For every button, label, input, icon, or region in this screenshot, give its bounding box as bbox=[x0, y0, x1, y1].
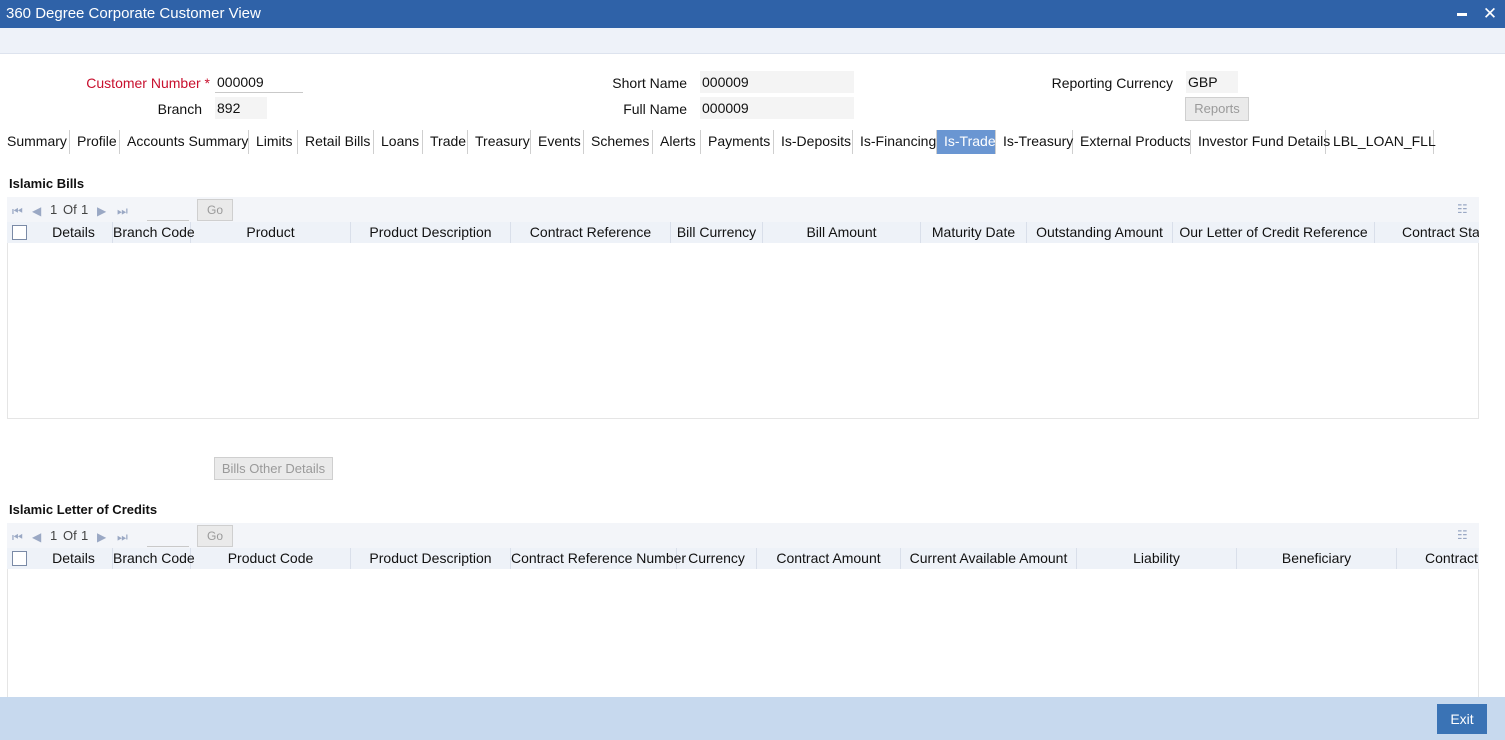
column-header: Currency bbox=[677, 548, 757, 569]
column-settings-icon[interactable]: ☷ bbox=[1457, 529, 1470, 542]
next-page-icon[interactable]: ▶ bbox=[97, 204, 106, 218]
column-header: Contract Status bbox=[1375, 222, 1479, 243]
title-bar: 360 Degree Corporate Customer View ✕ bbox=[0, 0, 1505, 28]
column-header: Maturity Date bbox=[921, 222, 1027, 243]
column-header: Our Letter of Credit Reference bbox=[1173, 222, 1375, 243]
page-of-label: Of bbox=[63, 202, 77, 217]
column-header: Current Available Amount bbox=[901, 548, 1077, 569]
tab-summary[interactable]: Summary bbox=[0, 130, 70, 154]
reporting-currency-label: Reporting Currency bbox=[1051, 75, 1173, 91]
column-header: Outstanding Amount bbox=[1027, 222, 1173, 243]
tab-treasury[interactable]: Treasury bbox=[468, 130, 531, 154]
tab-accounts-summary[interactable]: Accounts Summary bbox=[120, 130, 249, 154]
column-header: Product bbox=[191, 222, 351, 243]
tab-lbl-loan-fll[interactable]: LBL_LOAN_FLL bbox=[1326, 130, 1436, 154]
bills-table-header: Details Branch Code Product Product Desc… bbox=[7, 222, 1479, 243]
tab-alerts[interactable]: Alerts bbox=[653, 130, 701, 154]
exit-button[interactable]: Exit bbox=[1437, 704, 1487, 734]
first-page-icon[interactable]: ⏮ bbox=[12, 204, 23, 219]
tab-trade[interactable]: Trade bbox=[423, 130, 468, 154]
page-number-input[interactable] bbox=[147, 199, 189, 221]
full-name-label: Full Name bbox=[623, 101, 687, 117]
column-header: Branch Code bbox=[113, 222, 195, 243]
branch-label: Branch bbox=[157, 101, 202, 117]
window-title: 360 Degree Corporate Customer View bbox=[6, 5, 261, 22]
column-header: Details bbox=[35, 222, 113, 243]
page-number-input[interactable] bbox=[147, 525, 189, 547]
column-header: Contract Status bbox=[1397, 548, 1479, 569]
current-page: 1 bbox=[50, 528, 58, 543]
tab-limits[interactable]: Limits bbox=[249, 130, 298, 154]
column-header: Bill Currency bbox=[671, 222, 763, 243]
column-header: Liability bbox=[1077, 548, 1237, 569]
reporting-currency-field[interactable]: GBP bbox=[1186, 71, 1238, 93]
column-header: Contract Amount bbox=[757, 548, 901, 569]
short-name-label: Short Name bbox=[612, 75, 687, 91]
short-name-field[interactable]: 000009 bbox=[700, 71, 854, 93]
lc-pager: ⏮ ◀ 1 Of 1 ▶ ⏭ Go ☷ bbox=[7, 523, 1479, 549]
branch-field[interactable]: 892 bbox=[215, 97, 267, 119]
lc-table-body bbox=[7, 569, 1479, 697]
column-header: Product Code bbox=[191, 548, 351, 569]
islamic-bills-title: Islamic Bills bbox=[9, 176, 85, 191]
column-header: Product Description bbox=[351, 222, 511, 243]
last-page-icon[interactable]: ⏭ bbox=[117, 204, 128, 219]
go-button[interactable]: Go bbox=[197, 525, 233, 547]
bills-pager: ⏮ ◀ 1 Of 1 ▶ ⏭ Go ☷ bbox=[7, 197, 1479, 223]
tab-is-financing[interactable]: Is-Financing bbox=[853, 130, 937, 154]
column-header: Beneficiary bbox=[1237, 548, 1397, 569]
footer-bar: Exit bbox=[0, 697, 1505, 740]
minimize-icon[interactable] bbox=[1452, 3, 1472, 25]
column-header: Contract Reference bbox=[511, 222, 671, 243]
close-icon[interactable]: ✕ bbox=[1480, 3, 1500, 25]
bills-table-body bbox=[7, 243, 1479, 419]
bills-other-details-button[interactable]: Bills Other Details bbox=[214, 457, 333, 480]
lc-table-header: Details Branch Code Product Code Product… bbox=[7, 548, 1479, 569]
column-header: Branch Code bbox=[113, 548, 195, 569]
column-header: Bill Amount bbox=[763, 222, 921, 243]
tab-events[interactable]: Events bbox=[531, 130, 584, 154]
islamic-lc-title: Islamic Letter of Credits bbox=[9, 502, 158, 517]
column-settings-icon[interactable]: ☷ bbox=[1457, 203, 1470, 216]
tab-is-deposits[interactable]: Is-Deposits bbox=[774, 130, 853, 154]
reports-button[interactable]: Reports bbox=[1185, 97, 1249, 121]
total-pages: 1 bbox=[81, 202, 89, 217]
next-page-icon[interactable]: ▶ bbox=[97, 530, 106, 544]
tab-is-treasury[interactable]: Is-Treasury bbox=[996, 130, 1073, 154]
last-page-icon[interactable]: ⏭ bbox=[117, 530, 128, 545]
tab-profile[interactable]: Profile bbox=[70, 130, 120, 154]
column-header: Product Description bbox=[351, 548, 511, 569]
select-all-checkbox[interactable] bbox=[12, 551, 27, 566]
prev-page-icon[interactable]: ◀ bbox=[32, 530, 41, 544]
tab-investor-fund-details[interactable]: Investor Fund Details bbox=[1191, 130, 1330, 154]
total-pages: 1 bbox=[81, 528, 89, 543]
prev-page-icon[interactable]: ◀ bbox=[32, 204, 41, 218]
column-header: Details bbox=[35, 548, 113, 569]
toolbar-strip bbox=[0, 28, 1505, 54]
page-of-label: Of bbox=[63, 528, 77, 543]
column-header: Contract Reference Number bbox=[511, 548, 686, 569]
tab-schemes[interactable]: Schemes bbox=[584, 130, 653, 154]
full-name-field[interactable]: 000009 bbox=[700, 97, 854, 119]
customer-number-label: Customer Number * bbox=[86, 75, 210, 91]
current-page: 1 bbox=[50, 202, 58, 217]
first-page-icon[interactable]: ⏮ bbox=[12, 530, 23, 545]
tab-payments[interactable]: Payments bbox=[701, 130, 774, 154]
customer-number-field[interactable]: 000009 bbox=[215, 71, 303, 93]
tab-external-products[interactable]: External Products bbox=[1073, 130, 1191, 154]
select-all-checkbox[interactable] bbox=[12, 225, 27, 240]
tab-loans[interactable]: Loans bbox=[374, 130, 423, 154]
tab-is-trade[interactable]: Is-Trade bbox=[937, 130, 996, 154]
go-button[interactable]: Go bbox=[197, 199, 233, 221]
tab-retail-bills[interactable]: Retail Bills bbox=[298, 130, 374, 154]
